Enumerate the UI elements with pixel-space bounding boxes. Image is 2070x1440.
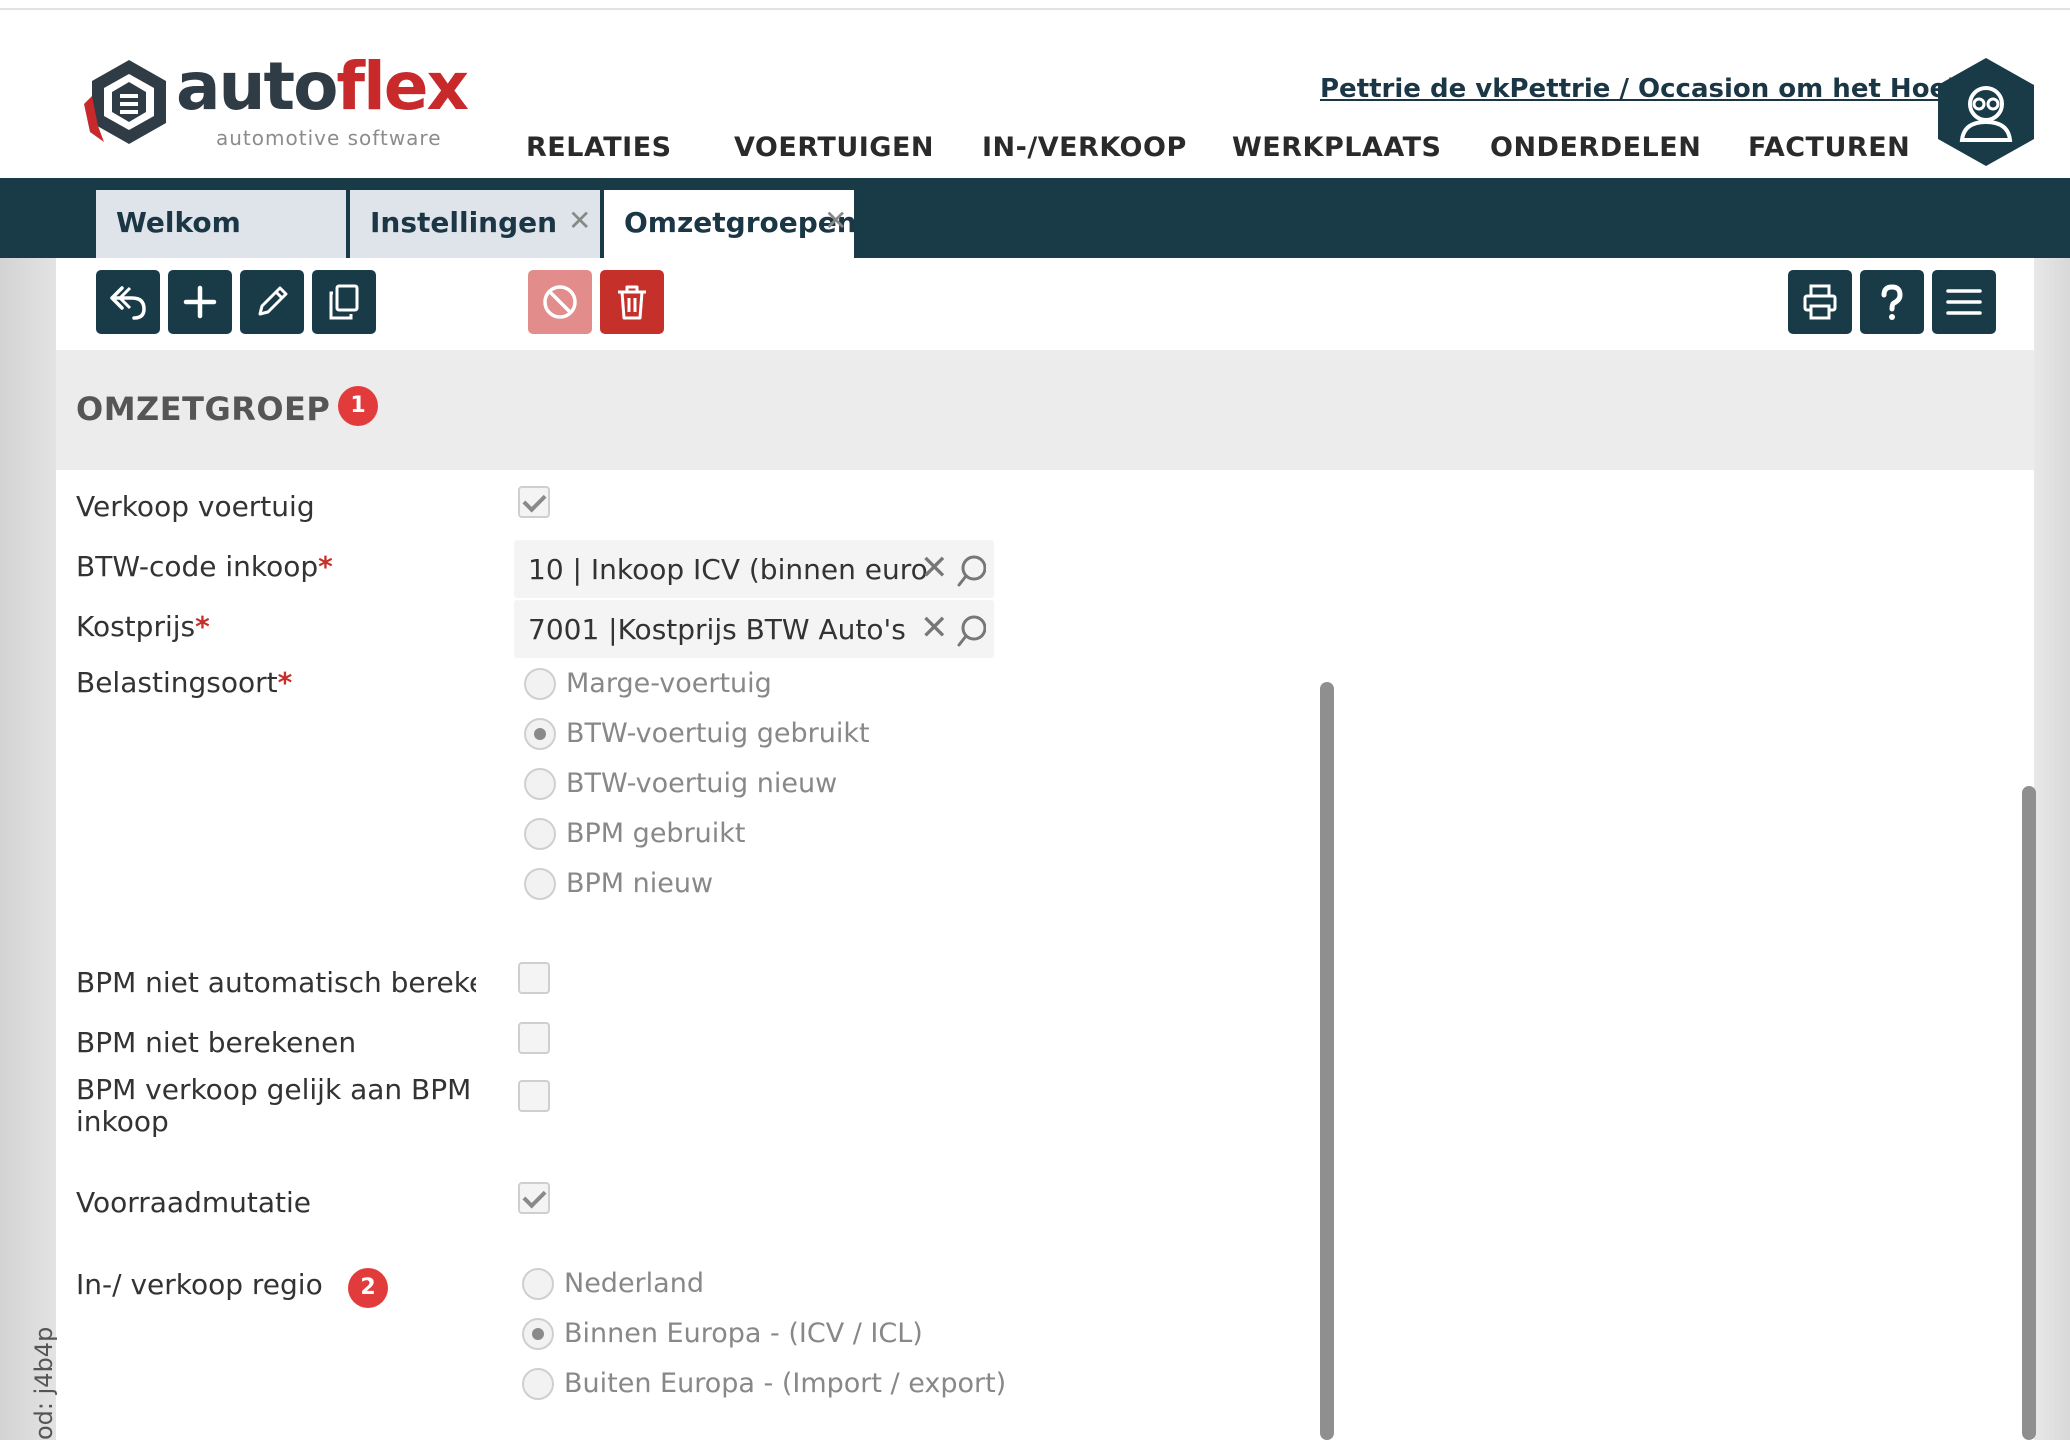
tab-omzetgroepen-label: Omzetgroepen [624, 206, 857, 239]
btw-code-inkoop-label: BTW-code inkoop* [76, 550, 333, 583]
plus-icon [183, 285, 217, 319]
logo-wordmark: autoflex [176, 48, 469, 125]
cancel-icon [543, 285, 577, 319]
belastingsoort-label: Belastingsoort* [76, 666, 293, 699]
nav-in-verkoop[interactable]: IN-/VERKOOP [982, 132, 1187, 163]
user-company-link[interactable]: Pettrie de vkPettrie / Occasion om het H… [1320, 74, 1991, 104]
nav-voertuigen[interactable]: VOERTUIGEN [734, 132, 934, 163]
tab-welkom-label: Welkom [116, 206, 241, 239]
tab-omzetgroepen[interactable]: Omzetgroepen ✕ [604, 190, 857, 258]
step-badge: 1 [338, 386, 378, 426]
clear-icon[interactable]: ✕ [920, 548, 949, 588]
tab-welkom[interactable]: Welkom [96, 190, 346, 258]
bpm-verkoop-gelijk-label: BPM verkoop gelijk aan BPM inkoop [76, 1073, 472, 1138]
btw-code-inkoop-input[interactable] [528, 540, 928, 598]
nav-onderdelen[interactable]: ONDERDELEN [1490, 132, 1701, 163]
radio-button[interactable] [524, 668, 556, 700]
search-icon[interactable] [956, 614, 986, 648]
tab-instellingen-label: Instellingen [370, 206, 558, 239]
printer-icon [1803, 284, 1837, 320]
side-code-text: od: j4b4p [30, 1326, 58, 1440]
delete-button[interactable] [600, 270, 664, 334]
edit-button[interactable] [240, 270, 304, 334]
tab-bar: Welkom Instellingen ✕ Omzetgroepen ✕ [0, 178, 2070, 258]
bpm-niet-automatisch-label: BPM niet automatisch berekene [76, 966, 476, 999]
logo-tagline: automotive software [216, 126, 442, 150]
verkoop-voertuig-checkbox[interactable] [518, 486, 550, 518]
regio-label: In-/ verkoop regio [76, 1268, 323, 1301]
bpm-niet-berekenen-checkbox[interactable] [518, 1022, 550, 1054]
add-button[interactable] [168, 270, 232, 334]
bpm-niet-automatisch-checkbox[interactable] [518, 962, 550, 994]
help-button[interactable] [1860, 270, 1924, 334]
clear-icon[interactable]: ✕ [920, 608, 949, 648]
kostprijs-lookup: ✕ [514, 600, 994, 658]
section-title: OMZETGROEP [76, 390, 331, 428]
back-button[interactable] [96, 270, 160, 334]
logo-mark-icon [84, 60, 166, 144]
action-toolbar [56, 258, 2034, 350]
left-gutter [0, 258, 56, 1440]
radio-button[interactable] [524, 768, 556, 800]
menu-button[interactable] [1932, 270, 1996, 334]
autoflex-logo[interactable]: autoflex automotive software [84, 48, 469, 156]
step-badge: 2 [348, 1268, 388, 1308]
radio-button[interactable] [522, 1268, 554, 1300]
page-scrollbar[interactable] [2022, 786, 2036, 1440]
tab-instellingen[interactable]: Instellingen ✕ [350, 190, 600, 258]
kostprijs-input[interactable] [528, 600, 928, 658]
pencil-icon [258, 286, 288, 316]
cancel-button[interactable] [528, 270, 592, 334]
section-header: OMZETGROEP 1 [56, 350, 2034, 470]
radio-button[interactable] [524, 868, 556, 900]
verkoop-voertuig-label: Verkoop voertuig [76, 490, 315, 523]
right-gutter [2034, 258, 2070, 1440]
voorraadmutatie-label: Voorraadmutatie [76, 1186, 312, 1219]
menu-icon [1946, 289, 1982, 315]
search-icon[interactable] [956, 554, 986, 588]
radio-button[interactable] [524, 718, 556, 750]
help-icon [1881, 284, 1903, 320]
kostprijs-label: Kostprijs* [76, 610, 210, 643]
close-icon[interactable]: ✕ [824, 204, 847, 237]
voorraadmutatie-checkbox[interactable] [518, 1182, 550, 1214]
bpm-niet-berekenen-label: BPM niet berekenen [76, 1026, 357, 1059]
radio-button[interactable] [524, 818, 556, 850]
copy-button[interactable] [312, 270, 376, 334]
back-icon [110, 286, 146, 320]
nav-facturen[interactable]: FACTUREN [1748, 132, 1910, 163]
trash-icon [618, 285, 646, 320]
app-header: autoflex automotive software Pettrie de … [0, 10, 2070, 178]
btw-code-inkoop-lookup: ✕ [514, 540, 994, 598]
radio-button[interactable] [522, 1368, 554, 1400]
radio-button[interactable] [522, 1318, 554, 1350]
copy-icon [329, 284, 359, 320]
inner-scrollbar[interactable] [1320, 682, 1334, 1440]
close-icon[interactable]: ✕ [568, 204, 591, 237]
nav-relaties[interactable]: RELATIES [526, 132, 672, 163]
print-button[interactable] [1788, 270, 1852, 334]
top-border [0, 0, 2070, 10]
user-avatar[interactable] [1934, 56, 2038, 168]
avatar-icon [1938, 58, 2034, 166]
nav-werkplaats[interactable]: WERKPLAATS [1232, 132, 1442, 163]
bpm-verkoop-gelijk-checkbox[interactable] [518, 1080, 550, 1112]
